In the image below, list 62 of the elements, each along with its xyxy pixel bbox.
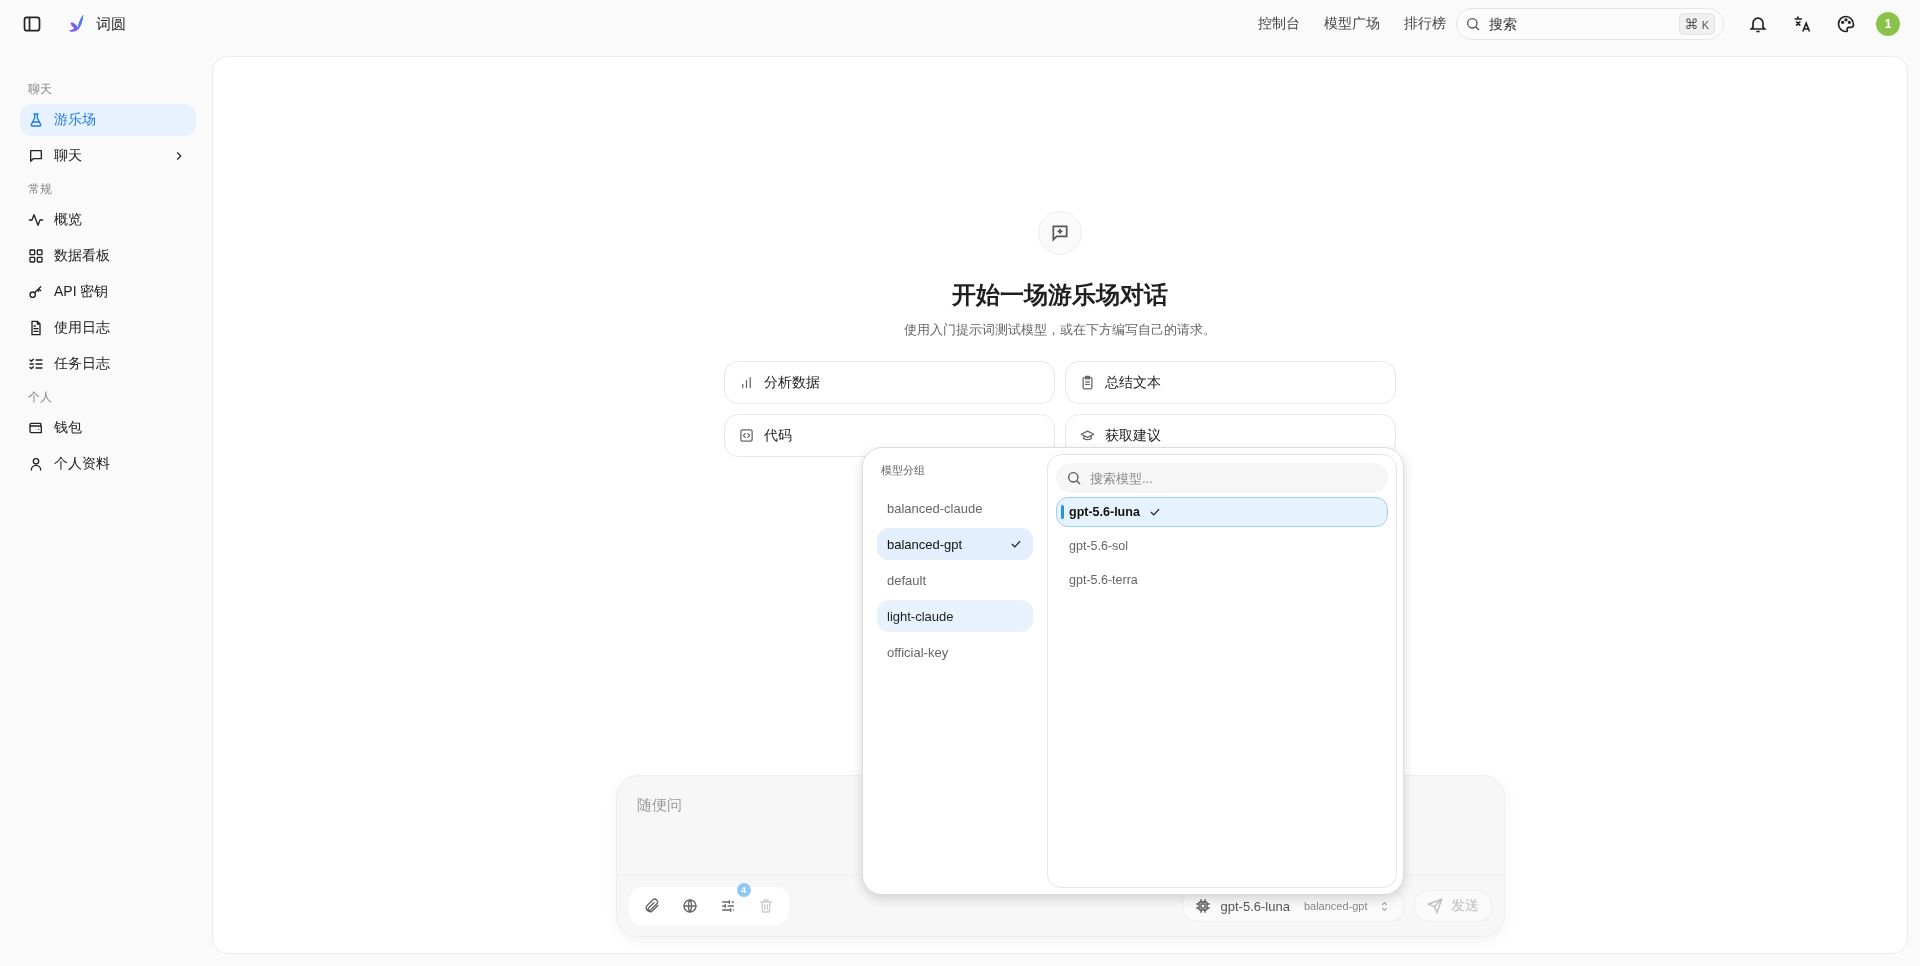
section-heading: 常规 (28, 180, 53, 198)
send-icon (1426, 898, 1443, 914)
search-icon (1066, 470, 1082, 486)
sidebar-item[interactable]: 使用日志 (20, 312, 196, 344)
sidebar-item[interactable]: 聊天 (20, 140, 196, 172)
sidebar-item[interactable]: 钱包 (20, 412, 196, 444)
shortcut-hint: ⌘ K (1678, 13, 1715, 35)
empty-state-title: 开始一场游乐场对话 (952, 280, 1168, 310)
palette-icon[interactable] (1836, 14, 1856, 34)
key-icon (28, 284, 44, 300)
clip-icon (643, 898, 660, 914)
sliders-icon (719, 898, 736, 914)
search-icon (1465, 16, 1481, 32)
count-badge: 4 (736, 883, 751, 897)
new-message-icon (1038, 211, 1082, 255)
group-option[interactable]: official-key (877, 636, 1033, 668)
group-option[interactable]: light-claude (877, 600, 1033, 632)
pulse-icon (28, 212, 44, 228)
sidebar-toggle-icon[interactable] (22, 14, 42, 34)
section-heading: 个人 (28, 388, 53, 406)
model-search-field[interactable]: 搜索模型... (1056, 463, 1388, 493)
model-option[interactable]: gpt-5.6-sol (1056, 531, 1388, 561)
clipboard-icon (1080, 375, 1095, 390)
code-icon (739, 428, 754, 443)
bell-icon[interactable] (1748, 14, 1768, 34)
empty-state-subtitle: 使用入门提示词测试模型，或在下方编写自己的请求。 (904, 321, 1216, 339)
bars-icon (739, 375, 754, 390)
cap-icon (1080, 428, 1095, 443)
prompt-suggestion[interactable]: 分析数据 (724, 361, 1055, 404)
wallet-icon (28, 420, 44, 436)
model-option[interactable]: gpt-5.6-terra (1056, 565, 1388, 595)
group-option[interactable]: balanced-gpt (877, 528, 1033, 560)
sidebar-item[interactable]: 概览 (20, 204, 196, 236)
sidebar-item[interactable]: 数据看板 (20, 240, 196, 272)
sidebar-item[interactable]: 个人资料 (20, 448, 196, 480)
chat-icon (28, 148, 44, 164)
model-option[interactable]: gpt-5.6-luna (1056, 497, 1388, 527)
search-field[interactable]: 搜索 ⌘ K (1456, 8, 1724, 40)
nav-link[interactable]: 模型广场 (1324, 15, 1380, 33)
flask-icon (28, 112, 44, 128)
nav-link[interactable]: 控制台 (1258, 15, 1300, 33)
grid-icon (28, 248, 44, 264)
doc-icon (28, 320, 44, 336)
chip-icon (1194, 898, 1211, 914)
sidebar-item[interactable]: 任务日志 (20, 348, 196, 380)
group-option[interactable]: balanced-claude (877, 492, 1033, 524)
globe-icon (681, 898, 698, 914)
search-input[interactable]: 搜索 (1487, 15, 1673, 33)
group-option[interactable]: default (877, 564, 1033, 596)
user-icon (28, 456, 44, 472)
app-name: 词圆 (96, 14, 126, 34)
groups-heading: 模型分组 (881, 463, 926, 478)
tasks-icon (28, 356, 44, 372)
message-input[interactable]: 随便问 (616, 776, 1504, 875)
nav-link[interactable]: 排行榜 (1404, 15, 1446, 33)
prompt-suggestion[interactable]: 总结文本 (1065, 361, 1396, 404)
model-search-input[interactable]: 搜索模型... (1088, 469, 1378, 487)
trash-icon (757, 898, 774, 914)
section-heading: 聊天 (28, 80, 53, 98)
sidebar-item[interactable]: 游乐场 (20, 104, 196, 136)
sidebar-item[interactable]: API 密钥 (20, 276, 196, 308)
translate-icon[interactable] (1792, 14, 1812, 34)
